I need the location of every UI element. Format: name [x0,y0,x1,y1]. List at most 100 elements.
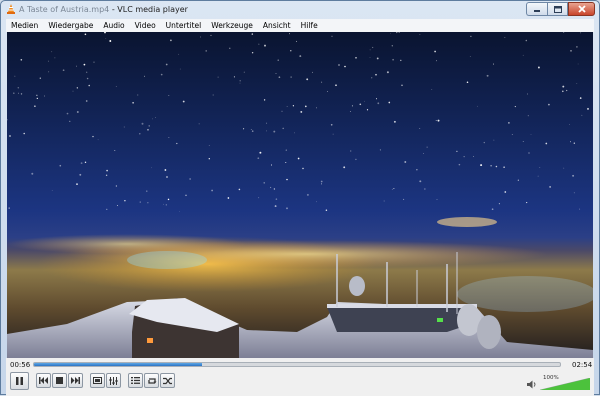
star [527,115,529,117]
star [114,149,116,151]
playlist-button[interactable] [128,373,143,388]
star [51,190,53,191]
loop-icon [147,377,156,384]
star [76,87,78,89]
menu-bar: Medien Wiedergabe Audio Video Untertitel… [6,19,594,32]
speaker-icon[interactable] [527,380,537,389]
pause-icon [16,377,23,385]
star [434,50,436,53]
menu-audio[interactable]: Audio [98,21,129,30]
star [141,122,144,125]
seek-bar[interactable] [33,362,561,367]
star [250,129,252,130]
title-bar[interactable]: A Taste of Austria.mp4 - VLC media playe… [1,1,599,18]
star [490,165,492,167]
star [208,158,210,160]
star [537,175,539,177]
star [69,120,71,122]
loop-button[interactable] [144,373,159,388]
video-area[interactable] [7,32,593,358]
minimize-button[interactable] [526,2,547,16]
star [282,127,284,130]
star [286,178,288,181]
star [163,203,164,205]
star [312,71,313,73]
star [491,208,494,211]
next-icon [71,377,80,384]
star [151,118,153,120]
previous-button[interactable] [36,373,51,388]
star [76,111,79,113]
fullscreen-icon [93,377,102,384]
star [217,76,219,78]
star [483,141,485,144]
star [426,146,428,148]
star [51,51,53,53]
star [393,188,395,189]
star [66,112,69,115]
star [423,152,424,154]
star [383,200,385,202]
star [469,56,471,58]
volume-slider[interactable] [540,378,590,390]
star [566,89,568,92]
maximize-button[interactable] [547,2,568,16]
star [522,141,524,142]
star [320,180,323,183]
star [573,192,575,194]
star [569,141,572,143]
star [259,151,262,154]
star [132,102,134,104]
star [139,201,141,203]
close-button[interactable] [568,2,595,16]
star [503,166,505,168]
star [275,72,277,74]
star [466,81,469,83]
star [86,77,89,80]
stop-button[interactable] [52,373,67,388]
star [165,204,167,206]
star [146,190,148,192]
star [148,125,150,127]
menu-ansicht[interactable]: Ansicht [258,21,296,30]
control-panel: 00:56 02:54 100% [6,358,594,396]
fullscreen-button[interactable] [90,373,105,388]
menu-hilfe[interactable]: Hilfe [296,21,323,30]
extended-settings-button[interactable] [106,373,121,388]
star [296,40,297,42]
extended-settings-icon [109,376,118,385]
star [376,57,379,60]
star [18,92,19,94]
star [304,105,307,108]
star [62,69,65,72]
star [292,105,295,107]
star [355,158,357,161]
star [580,32,582,34]
random-button[interactable] [160,373,175,388]
next-button[interactable] [68,373,83,388]
menu-untertitel[interactable]: Untertitel [161,21,207,30]
window-app-title: VLC media player [117,5,188,14]
star [570,50,572,52]
star [251,51,254,54]
star [369,49,371,51]
menu-video[interactable]: Video [130,21,161,30]
star [436,60,437,62]
star [327,91,329,92]
star [48,71,50,73]
star [80,162,83,165]
star [548,103,550,106]
menu-werkzeuge[interactable]: Werkzeuge [206,21,258,30]
menu-wiedergabe[interactable]: Wiedergabe [43,21,98,30]
star [85,100,88,102]
star [44,95,46,97]
menu-medien[interactable]: Medien [6,21,43,30]
star [401,84,403,87]
pause-button[interactable] [10,372,29,390]
star [273,130,276,133]
star [321,183,322,185]
star [79,173,82,176]
star [165,63,168,66]
star [189,178,191,180]
star [511,134,513,135]
